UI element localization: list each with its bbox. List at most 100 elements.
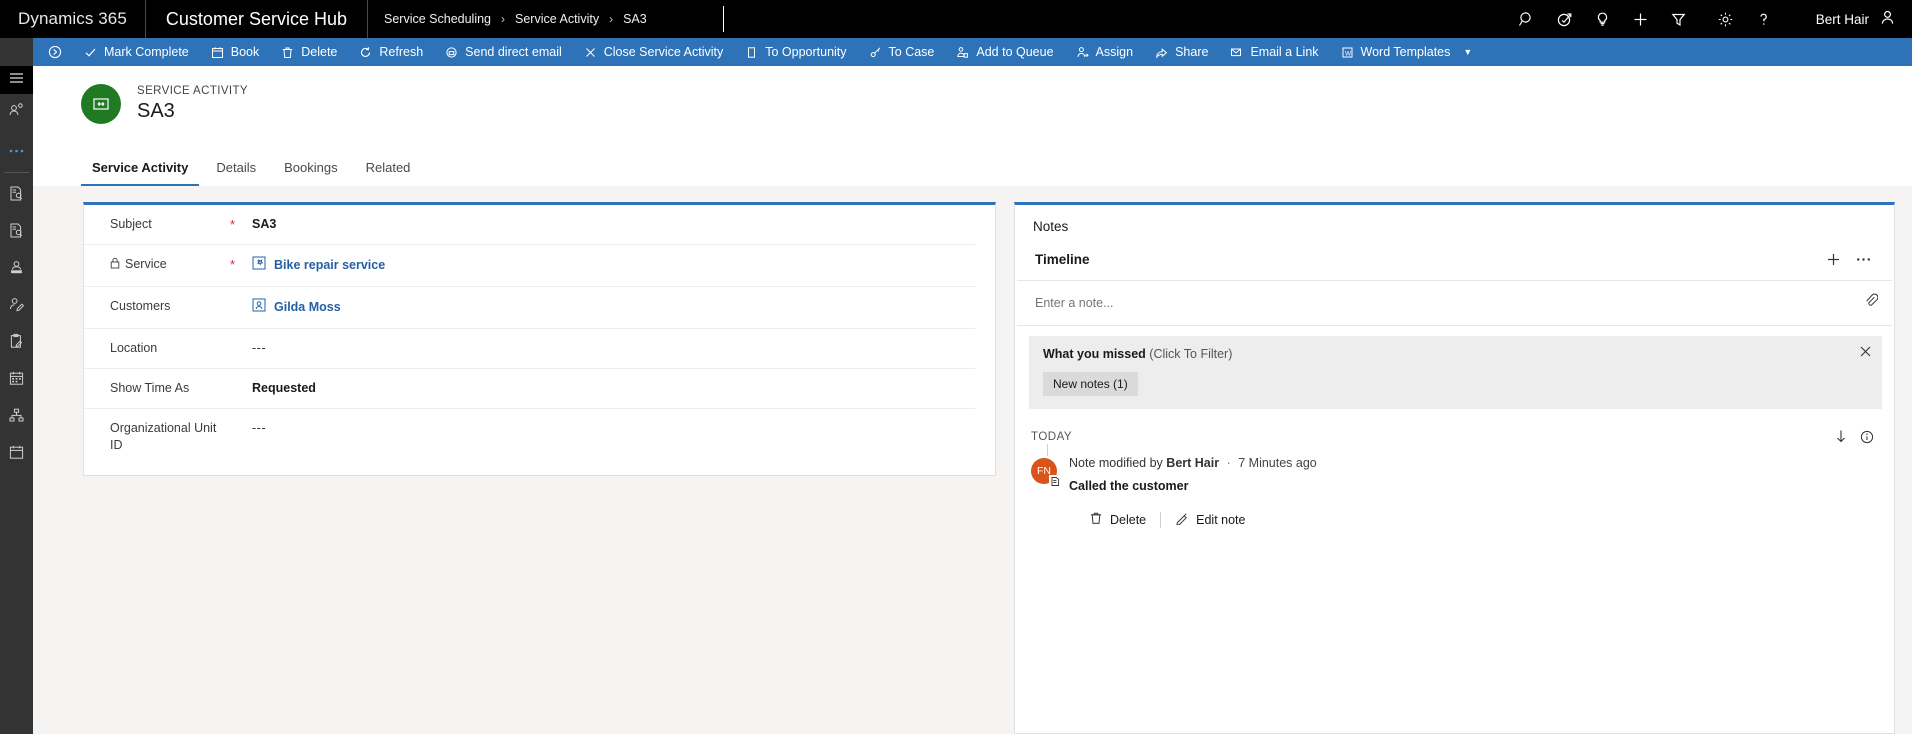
breadcrumb-item-2[interactable]: SA3: [623, 12, 647, 26]
trash-icon: [281, 46, 294, 59]
required-marker: *: [230, 217, 236, 232]
field-value-subject[interactable]: SA3: [252, 216, 276, 233]
page-title: SA3: [137, 100, 175, 122]
app-name[interactable]: Customer Service Hub: [146, 0, 368, 38]
meta-separator: ·: [1226, 456, 1231, 470]
field-value-customers[interactable]: Gilda Moss: [252, 298, 341, 317]
field-label: Organizational Unit ID: [110, 420, 230, 454]
plus-icon[interactable]: [1622, 0, 1660, 38]
book-button[interactable]: Book: [200, 38, 271, 66]
command-label: To Case: [888, 45, 935, 59]
filter-icon[interactable]: [1660, 0, 1698, 38]
field-organizational-unit-id: Organizational Unit ID ---: [84, 409, 975, 465]
to-case-button[interactable]: To Case: [858, 38, 946, 66]
command-label: Email a Link: [1250, 45, 1319, 59]
sidebar-item-service-calendar[interactable]: [0, 436, 33, 473]
new-notes-filter-pill[interactable]: New notes (1): [1043, 372, 1138, 396]
field-customers: Customers Gilda Moss: [84, 287, 975, 329]
field-subject: Subject * SA3: [84, 205, 975, 245]
field-service: Service * Bike repair service: [84, 245, 975, 287]
sidebar-item-contacts[interactable]: [0, 288, 33, 325]
add-to-queue-button[interactable]: Add to Queue: [945, 38, 1064, 66]
meta-time: 7 Minutes ago: [1238, 456, 1317, 470]
to-opportunity-button[interactable]: To Opportunity: [734, 38, 857, 66]
case-icon: [869, 46, 882, 59]
command-label: To Opportunity: [765, 45, 847, 59]
document-search-icon: [8, 222, 25, 244]
sidebar-item-more-options[interactable]: [0, 131, 33, 168]
sidebar-item-service-hierarchy[interactable]: [0, 399, 33, 436]
delete-button[interactable]: Delete: [270, 38, 348, 66]
breadcrumb: Service Scheduling › Service Activity › …: [368, 0, 663, 38]
assistant-icon[interactable]: [1546, 0, 1584, 38]
ellipsis-icon: [8, 141, 25, 159]
field-label-text: Show Time As: [110, 381, 190, 395]
note-badge-icon: [1049, 475, 1061, 487]
sidebar-item-schedule-board[interactable]: [0, 362, 33, 399]
field-show-time-as: Show Time As Requested: [84, 369, 975, 409]
share-button[interactable]: Share: [1144, 38, 1219, 66]
sidebar-item-accounts[interactable]: [0, 251, 33, 288]
close-icon[interactable]: [1859, 345, 1872, 363]
paperclip-icon[interactable]: [1864, 293, 1879, 313]
tab-service-activity[interactable]: Service Activity: [81, 160, 200, 186]
close-service-activity-button[interactable]: Close Service Activity: [573, 38, 734, 66]
app-root: Dynamics 365 Customer Service Hub Servic…: [0, 0, 1912, 734]
sidebar-item-cases[interactable]: [0, 214, 33, 251]
command-label: Assign: [1095, 45, 1134, 59]
email-a-link-button[interactable]: Email a Link: [1219, 38, 1329, 66]
field-value-organizational-unit-id[interactable]: ---: [252, 420, 266, 437]
field-location: Location ---: [84, 329, 975, 369]
sidebar-item-hamburger-menu[interactable]: [0, 66, 33, 94]
opportunity-icon: [745, 46, 758, 59]
chevron-right-icon: ›: [501, 12, 506, 26]
lightbulb-icon[interactable]: [1584, 0, 1622, 38]
field-value-service[interactable]: Bike repair service: [252, 256, 385, 275]
assign-button[interactable]: Assign: [1065, 38, 1145, 66]
field-value-show-time-as[interactable]: Requested: [252, 380, 316, 397]
chevron-right-icon: ›: [609, 12, 614, 26]
sidebar-item-activities[interactable]: [0, 177, 33, 214]
tab-related[interactable]: Related: [355, 160, 422, 186]
body: SERVICE ACTIVITY SA3 Service Activity De…: [0, 66, 1912, 734]
field-label-text: Subject: [110, 217, 152, 231]
info-icon[interactable]: [1854, 430, 1880, 444]
breadcrumb-item-1[interactable]: Service Activity: [515, 12, 599, 26]
trash-icon: [1089, 511, 1103, 528]
overflow-toggle-button[interactable]: [37, 38, 73, 66]
word-icon: W: [1341, 46, 1354, 59]
field-label: Show Time As: [110, 380, 230, 397]
word-templates-button[interactable]: W Word Templates ▼: [1330, 38, 1484, 66]
sidebar-item-recent-records[interactable]: [0, 94, 33, 131]
brand-logo[interactable]: Dynamics 365: [0, 0, 146, 38]
action-label: Delete: [1110, 512, 1147, 527]
gear-icon[interactable]: [1707, 0, 1745, 38]
mark-complete-button[interactable]: Mark Complete: [73, 38, 200, 66]
send-direct-email-button[interactable]: Send direct email: [434, 38, 573, 66]
sort-down-icon[interactable]: [1828, 429, 1854, 444]
sidebar-item-service-activities[interactable]: [0, 325, 33, 362]
refresh-button[interactable]: Refresh: [348, 38, 434, 66]
field-label: Customers: [110, 298, 230, 315]
note-input[interactable]: [1035, 296, 1864, 310]
ellipsis-icon[interactable]: [1848, 246, 1878, 272]
help-icon[interactable]: [1745, 0, 1783, 38]
command-label: Delete: [301, 45, 338, 59]
delete-note-button[interactable]: Delete: [1075, 511, 1160, 528]
what-you-missed-label: What you missed: [1043, 347, 1146, 361]
entity-type-label: SERVICE ACTIVITY: [137, 85, 248, 97]
search-icon[interactable]: [1508, 0, 1546, 38]
user-menu[interactable]: Bert Hair: [1792, 9, 1912, 29]
checkmark-icon: [84, 46, 97, 59]
breadcrumb-item-0[interactable]: Service Scheduling: [384, 12, 491, 26]
contact-icon: [252, 298, 266, 317]
field-value-location[interactable]: ---: [252, 340, 266, 357]
pencil-icon: [1175, 511, 1189, 528]
tab-bookings[interactable]: Bookings: [273, 160, 348, 186]
form-panes: Subject * SA3 Service * Bike repair serv…: [33, 186, 1912, 734]
meta-prefix: Note modified by: [1069, 456, 1163, 470]
edit-note-button[interactable]: Edit note: [1161, 511, 1259, 528]
tab-details[interactable]: Details: [205, 160, 267, 186]
document-search-icon: [8, 185, 25, 207]
plus-icon[interactable]: [1818, 246, 1848, 272]
